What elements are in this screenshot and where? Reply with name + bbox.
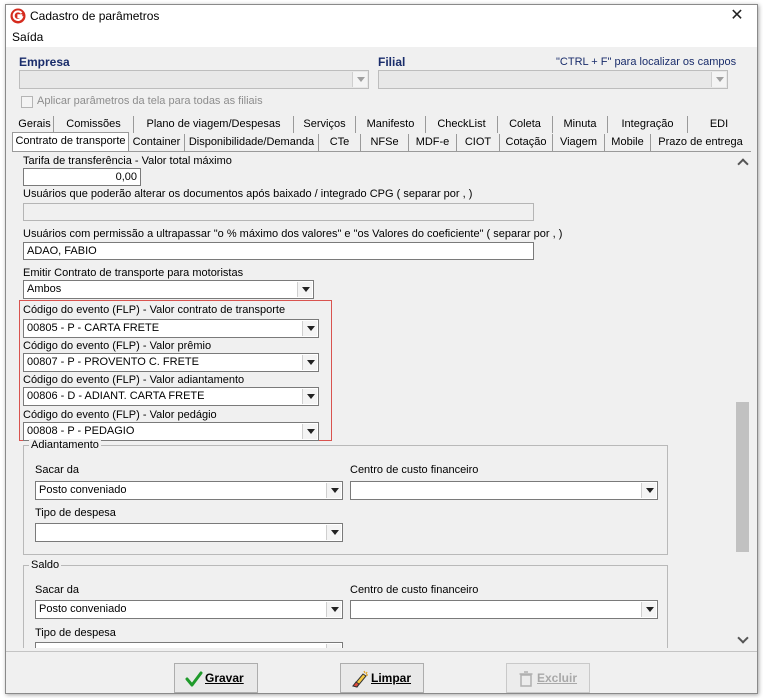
chevron-down-icon — [302, 389, 317, 404]
trash-icon — [519, 671, 533, 687]
tab-viagem[interactable]: Viagem — [553, 134, 605, 151]
tab-cotacao[interactable]: Cotação — [500, 134, 553, 151]
adiantamento-group-title: Adiantamento — [29, 439, 101, 451]
tab-contrato-transporte[interactable]: Contrato de transporte — [12, 132, 129, 151]
tab-container[interactable]: Container — [129, 134, 185, 151]
tab-checklist[interactable]: CheckList — [426, 116, 498, 133]
evento-contrato-label: Código do evento (FLP) - Valor contrato … — [23, 304, 286, 316]
evento-pedagio-label: Código do evento (FLP) - Valor pedágio — [23, 409, 217, 421]
menu-bar: Saída — [6, 27, 757, 47]
chevron-down-icon — [711, 72, 726, 87]
filial-select[interactable] — [378, 70, 728, 89]
tab-gerais[interactable]: Gerais — [16, 116, 54, 133]
close-icon: ✕ — [730, 7, 744, 24]
eraser-icon — [352, 670, 368, 688]
scroll-down-icon[interactable] — [735, 632, 751, 648]
close-button[interactable]: ✕ — [725, 6, 749, 26]
empresa-label: Empresa — [19, 55, 70, 69]
chevron-down-icon — [302, 355, 317, 370]
usuarios-baixado-label: Usuários que poderão alterar os document… — [23, 188, 473, 200]
tab-comissoes[interactable]: Comissões — [54, 116, 134, 133]
adiantamento-tipo-select[interactable] — [35, 523, 343, 542]
chevron-down-icon — [302, 424, 317, 439]
apply-all-label: Aplicar parâmetros da tela para todas as… — [37, 95, 263, 107]
tab-mobile[interactable]: Mobile — [605, 134, 651, 151]
tab-edi[interactable]: EDI — [688, 116, 750, 133]
checkmark-icon — [185, 671, 203, 687]
emitir-select[interactable]: Ambos — [23, 280, 314, 299]
tab-disponibilidade[interactable]: Disponibilidade/Demanda — [185, 134, 319, 151]
chevron-down-icon — [352, 72, 367, 87]
chevron-down-icon — [641, 483, 656, 498]
chevron-down-icon — [641, 602, 656, 617]
chevron-down-icon — [297, 282, 312, 297]
tab-cte[interactable]: CTe — [319, 134, 361, 151]
apply-all-checkbox[interactable] — [21, 96, 33, 108]
tab-prazo-entrega[interactable]: Prazo de entrega — [651, 134, 750, 151]
saldo-tipo-select[interactable] — [35, 642, 343, 648]
footer-bar: Gravar Limpar Excluir — [6, 651, 757, 693]
evento-adiantamento-label: Código do evento (FLP) - Valor adiantame… — [23, 374, 245, 386]
scroll-thumb[interactable] — [736, 402, 749, 552]
window-title: Cadastro de parâmetros — [30, 9, 160, 23]
tarifa-input[interactable]: 0,00 — [23, 168, 141, 186]
app-logo-icon — [10, 8, 26, 24]
tab-minuta[interactable]: Minuta — [553, 116, 608, 133]
limpar-button-label: Limpar — [371, 671, 412, 685]
tab-manifesto[interactable]: Manifesto — [356, 116, 426, 133]
evento-premio-label: Código do evento (FLP) - Valor prêmio — [23, 340, 212, 352]
vertical-scrollbar[interactable] — [735, 152, 751, 648]
scroll-up-icon[interactable] — [735, 154, 751, 170]
tab-servicos[interactable]: Serviços — [294, 116, 356, 133]
tab-content-panel: Tarifa de transferência - Valor total má… — [14, 152, 744, 648]
tab-plano-viagem[interactable]: Plano de viagem/Despesas — [134, 116, 294, 133]
tab-mdfe[interactable]: MDF-e — [409, 134, 457, 151]
adiantamento-sacar-select[interactable]: Posto conveniado — [35, 481, 343, 500]
emitir-label: Emitir Contrato de transporte para motor… — [23, 267, 244, 279]
adiantamento-sacar-label: Sacar da — [35, 464, 80, 476]
saldo-centro-label: Centro de custo financeiro — [350, 584, 479, 596]
evento-premio-select[interactable]: 00807 - P - PROVENTO C. FRETE — [23, 353, 319, 372]
limpar-button[interactable]: Limpar — [340, 663, 424, 693]
gravar-button[interactable]: Gravar — [174, 663, 258, 693]
chevron-down-icon — [326, 483, 341, 498]
usuarios-permissao-label: Usuários com permissão a ultrapassar "o … — [23, 228, 563, 240]
saldo-sacar-label: Sacar da — [35, 584, 80, 596]
tab-integracao[interactable]: Integração — [608, 116, 688, 133]
excluir-button-label: Excluir — [537, 671, 578, 685]
chevron-down-icon — [326, 644, 341, 648]
evento-adiantamento-select[interactable]: 00806 - D - ADIANT. CARTA FRETE — [23, 387, 319, 406]
saldo-sacar-select[interactable]: Posto conveniado — [35, 600, 343, 619]
chevron-down-icon — [326, 602, 341, 617]
tab-coleta[interactable]: Coleta — [498, 116, 553, 133]
gravar-button-label: Gravar — [205, 671, 244, 685]
main-window: Cadastro de parâmetros ✕ Saída Empresa F… — [5, 4, 758, 694]
shortcut-hint: "CTRL + F" para localizar os campos — [556, 56, 737, 68]
tab-ciot[interactable]: CIOT — [457, 134, 500, 151]
saldo-centro-select[interactable] — [350, 600, 658, 619]
adiantamento-tipo-label: Tipo de despesa — [35, 507, 116, 519]
excluir-button[interactable]: Excluir — [506, 663, 590, 693]
tarifa-label: Tarifa de transferência - Valor total má… — [23, 155, 232, 167]
evento-contrato-select[interactable]: 00805 - P - CARTA FRETE — [23, 319, 319, 338]
menu-saida[interactable]: Saída — [12, 30, 43, 44]
filial-label: Filial — [378, 55, 406, 69]
saldo-group-title: Saldo — [29, 559, 62, 571]
title-bar: Cadastro de parâmetros ✕ — [6, 5, 757, 27]
saldo-tipo-label: Tipo de despesa — [35, 627, 116, 639]
adiantamento-centro-label: Centro de custo financeiro — [350, 464, 479, 476]
usuarios-permissao-input[interactable]: ADAO, FABIO — [23, 242, 534, 260]
tab-nfse[interactable]: NFSe — [361, 134, 409, 151]
empresa-select[interactable] — [19, 70, 369, 89]
chevron-down-icon — [302, 321, 317, 336]
adiantamento-centro-select[interactable] — [350, 481, 658, 500]
chevron-down-icon — [326, 525, 341, 540]
usuarios-baixado-input[interactable] — [23, 203, 534, 221]
